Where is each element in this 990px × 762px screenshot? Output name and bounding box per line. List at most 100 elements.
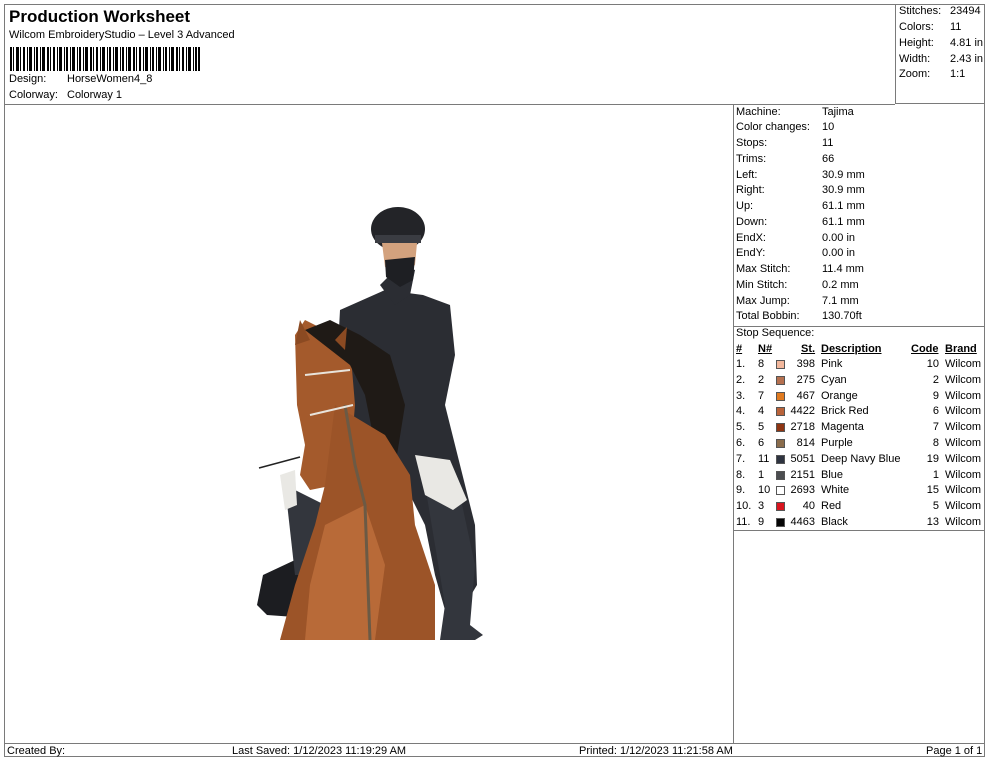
info-row: Right: 30.9 mm: [736, 184, 984, 199]
color-swatch: [776, 423, 785, 433]
info-value: 7.1 mm: [822, 295, 859, 307]
info-label: Trims:: [736, 153, 767, 165]
info-value: 0.00 in: [822, 247, 856, 259]
thread-brand: Wilcom: [945, 500, 982, 513]
info-row: Up: 61.1 mm: [736, 200, 984, 215]
design-label: Design:: [9, 73, 47, 85]
stitch-count: 2718: [790, 421, 815, 434]
machine-info-panel: Machine: Tajima Color changes: 10 Stops: 11…: [733, 105, 985, 743]
thread-description: Brick Red: [821, 405, 869, 418]
thread-code: 15: [926, 484, 939, 497]
needle-number: 4: [758, 405, 765, 418]
stop-index: 1.: [736, 358, 746, 370]
info-label: Right:: [736, 184, 765, 196]
info-row: Trims: 66: [736, 153, 984, 168]
thread-description: Red: [821, 500, 842, 513]
info-label: EndX:: [736, 232, 766, 244]
summary-label: Stitches:: [899, 5, 942, 17]
summary-value: 23494: [950, 5, 981, 17]
info-label: Total Bobbin:: [736, 310, 800, 322]
info-label: Max Stitch:: [736, 263, 791, 275]
summary-label: Colors:: [899, 21, 934, 33]
summary-height: Height: 4.81 in: [899, 37, 985, 51]
info-row: EndY: 0.00 in: [736, 247, 984, 262]
needle-number: 6: [758, 437, 765, 449]
thread-brand: Wilcom: [945, 516, 982, 528]
stop-index: 10.: [736, 500, 752, 513]
stop-sequence-title: Stop Sequence:: [736, 327, 815, 339]
stitch-count: 2151: [790, 468, 815, 481]
stitch-count: 467: [796, 389, 815, 402]
page-title: Production Worksheet: [9, 7, 191, 26]
thread-brand: Wilcom: [945, 484, 982, 497]
thread-brand: Wilcom: [945, 358, 982, 370]
col-header-brand: Brand: [945, 343, 977, 355]
info-value: 0.00 in: [822, 232, 856, 244]
printed-date: Printed: 1/12/2023 11:21:58 AM: [579, 745, 733, 757]
info-value: 30.9 mm: [822, 169, 865, 181]
info-label: Min Stitch:: [736, 279, 788, 291]
color-swatch: [776, 391, 785, 401]
thread-description: Pink: [821, 358, 843, 370]
info-value: 66: [822, 153, 835, 165]
stop-row: 11. 9 4463 Black 13 Wilcom: [734, 516, 985, 531]
info-row: Max Stitch: 11.4 mm: [736, 263, 984, 278]
stitch-count: 2693: [790, 484, 815, 497]
stitch-count: 5051: [790, 452, 815, 465]
stop-index: 11.: [736, 516, 751, 528]
thread-code: 7: [932, 421, 939, 434]
stop-row: 10. 3 40 Red 5 Wilcom: [734, 500, 985, 515]
needle-number: 10: [758, 484, 771, 497]
stitch-count: 275: [796, 373, 815, 386]
summary-value: 2.43 in: [950, 53, 984, 65]
thread-code: 13: [926, 516, 939, 528]
color-swatch: [776, 518, 785, 527]
stop-row: 3. 7 467 Orange 9 Wilcom: [734, 390, 985, 405]
info-value: 0.2 mm: [822, 279, 859, 291]
saddle-pad-left: [280, 470, 297, 510]
page-number: Page 1 of 1: [926, 745, 983, 757]
summary-value: 4.81 in: [950, 37, 984, 49]
summary-label: Width:: [899, 53, 931, 65]
info-value: 61.1 mm: [822, 200, 865, 212]
thread-code: 19: [926, 452, 939, 465]
thread-description: Purple: [821, 437, 853, 449]
thread-description: Magenta: [821, 421, 864, 434]
stitch-count: 4422: [790, 405, 815, 418]
col-header-stitches: St.: [801, 343, 816, 355]
summary-panel: Stitches: 23494 Colors: 11 Height: 4.81 in …: [895, 5, 985, 104]
info-label: Stops:: [736, 137, 768, 149]
info-label: Machine:: [736, 106, 781, 118]
needle-number: 3: [758, 500, 765, 513]
info-label: Up:: [736, 200, 754, 212]
thread-code: 10: [926, 358, 939, 370]
info-label: EndY:: [736, 247, 766, 259]
stop-index: 8.: [736, 468, 746, 481]
color-swatch: [776, 375, 785, 385]
info-value: 10: [822, 121, 835, 133]
info-row: Min Stitch: 0.2 mm: [736, 279, 984, 294]
col-header-description: Description: [821, 343, 882, 355]
thread-brand: Wilcom: [945, 437, 982, 449]
info-row: Down: 61.1 mm: [736, 216, 984, 231]
summary-label: Zoom:: [899, 68, 931, 80]
thread-code: 1: [932, 468, 939, 481]
thread-description: Cyan: [821, 373, 847, 386]
stop-index: 6.: [736, 437, 746, 449]
stop-row: 7. 11 5051 Deep Navy Blue 19 Wilcom: [734, 453, 985, 468]
needle-number: 11: [758, 452, 770, 465]
info-row: EndX: 0.00 in: [736, 232, 984, 247]
info-label: Left:: [736, 169, 758, 181]
stop-index: 4.: [736, 405, 746, 418]
info-label: Color changes:: [736, 121, 810, 133]
worksheet-footer: Created By: Last Saved: 1/12/2023 11:19:…: [5, 743, 985, 758]
stop-index: 3.: [736, 389, 746, 402]
stop-row: 5. 5 2718 Magenta 7 Wilcom: [734, 421, 985, 436]
stop-row: 9. 10 2693 White 15 Wilcom: [734, 484, 985, 499]
info-row: Machine: Tajima: [736, 106, 984, 121]
col-header-code: Code: [911, 343, 939, 355]
info-value: Tajima: [822, 106, 854, 118]
info-label: Down:: [736, 216, 768, 228]
needle-number: 2: [758, 373, 765, 386]
worksheet-header: Production Worksheet Wilcom EmbroiderySt…: [5, 5, 895, 105]
